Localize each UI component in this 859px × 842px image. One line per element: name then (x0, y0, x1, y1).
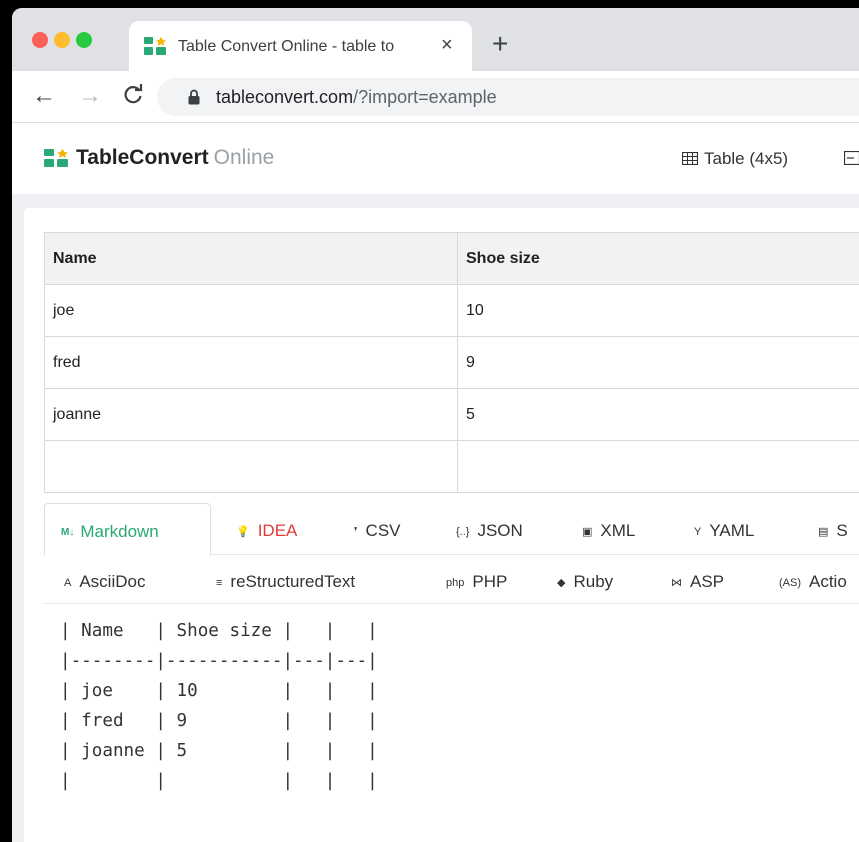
tableconvert-favicon-icon (144, 37, 166, 55)
tab-sql[interactable]: ▤ S (818, 521, 848, 542)
tab-label: Actio (809, 572, 847, 591)
xml-file-icon: ▣ (582, 526, 593, 538)
brand-subtitle: Online (213, 146, 275, 169)
table-cell[interactable]: 9 (457, 336, 859, 389)
output-line: | Name | Shoe size | | | (60, 621, 378, 641)
table-header-cell[interactable]: Shoe size (457, 232, 859, 285)
new-tab-button[interactable]: + (492, 30, 508, 58)
tableconvert-logo-icon[interactable] (44, 149, 68, 167)
table-size-button[interactable]: Table (4x5) (682, 149, 788, 169)
tab-strip: Table Convert Online - table to × + (12, 8, 859, 71)
database-icon: ▤ (818, 526, 829, 538)
table-header-cell[interactable]: Name (44, 232, 458, 285)
tab-label: XML (600, 521, 636, 540)
markdown-output[interactable]: | Name | Shoe size | | | |--------|------… (60, 616, 378, 796)
tab-close-icon[interactable]: × (441, 33, 453, 57)
address-bar[interactable]: tableconvert.com/?import=example (157, 78, 859, 116)
tab-label: PHP (472, 572, 508, 591)
tab-markdown[interactable]: M↓ Markdown (44, 503, 211, 556)
output-line: | joanne | 5 | | | (60, 741, 378, 761)
table-cell[interactable] (44, 440, 458, 493)
tab-label: reStructuredText (230, 572, 356, 591)
markdown-icon: M↓ (61, 527, 75, 538)
tab-label: YAML (709, 521, 755, 540)
minimize-window-button[interactable] (54, 32, 70, 48)
restructuredtext-icon: ≡ (216, 577, 223, 589)
ruby-icon: ◆ (557, 577, 566, 589)
url-host: tableconvert.com (216, 87, 354, 107)
table-cell[interactable]: joanne (44, 388, 458, 441)
tab-php[interactable]: php PHP (446, 572, 507, 593)
url-text: tableconvert.com/?import=example (216, 87, 497, 108)
tab-asp[interactable]: ⋈ ASP (671, 572, 724, 593)
table-grid-icon (682, 152, 698, 165)
browser-window: Table Convert Online - table to × + ← → … (12, 8, 859, 842)
output-line: | | | | | (60, 771, 378, 791)
tab-idea[interactable]: 💡 IDEA (236, 521, 297, 542)
site-brand[interactable]: TableConvert Online (76, 146, 274, 170)
tab-json[interactable]: {..} JSON (456, 521, 523, 542)
table-cell[interactable] (457, 440, 859, 493)
close-window-button[interactable] (32, 32, 48, 48)
site-header: TableConvert Online Table (4x5) (12, 124, 859, 194)
table-cell[interactable]: 10 (457, 284, 859, 337)
table-row: joe 10 (44, 284, 859, 337)
comma-icon: ❜ (354, 526, 358, 538)
tab-label: Markdown (80, 522, 159, 541)
table-row: fred 9 (44, 336, 859, 389)
tab-label: Ruby (573, 572, 614, 591)
tab-csv[interactable]: ❜ CSV (354, 521, 401, 542)
maximize-window-button[interactable] (76, 32, 92, 48)
php-icon: php (446, 577, 465, 589)
tab-yaml[interactable]: Y YAML (694, 521, 754, 542)
import-icon[interactable] (844, 151, 859, 165)
table-cell[interactable]: 5 (457, 388, 859, 441)
tab-label: CSV (365, 521, 401, 540)
tab-label: IDEA (257, 521, 298, 540)
brand-name: TableConvert (76, 146, 209, 169)
asp-icon: ⋈ (671, 577, 682, 589)
tab-label: JSON (477, 521, 523, 540)
asciidoc-icon: A (64, 577, 72, 589)
table-header-row: Name Shoe size (44, 232, 859, 285)
browser-tab-active[interactable]: Table Convert Online - table to × (129, 21, 472, 71)
back-arrow-icon[interactable]: ← (32, 83, 56, 109)
tab-xml[interactable]: ▣ XML (582, 521, 635, 542)
tab-label: ASP (690, 572, 725, 591)
lock-icon (188, 89, 200, 105)
url-path: /?import=example (353, 87, 497, 107)
format-tabs-row-1: M↓ Markdown 💡 IDEA ❜ CSV {..} JSON ▣ XML Y YAM… (44, 503, 859, 556)
reload-icon[interactable] (122, 82, 144, 112)
converter-card: Name Shoe size joe 10 fred 9 joanne 5 M↓… (24, 208, 859, 842)
tab-label: S (836, 521, 848, 540)
output-line: |--------|-----------|---|---| (60, 651, 378, 671)
lightbulb-icon: 💡 (236, 526, 250, 538)
format-tabs-row-2: A AsciiDoc ≡ reStructuredText php PHP ◆ Ruby… (44, 560, 859, 604)
output-line: | fred | 9 | | | (60, 711, 378, 731)
braces-icon: {..} (456, 526, 470, 538)
table-cell[interactable]: joe (44, 284, 458, 337)
browser-toolbar: ← → tableconvert.com/?import=example (12, 71, 859, 123)
yaml-icon: Y (694, 526, 702, 538)
table-size-label: Table (4x5) (704, 149, 789, 168)
tab-restructuredtext[interactable]: ≡ reStructuredText (216, 572, 355, 593)
tab-title: Table Convert Online - table to (178, 38, 430, 56)
tab-ruby[interactable]: ◆ Ruby (557, 572, 613, 593)
page-content: TableConvert Online Table (4x5) Name Sho… (12, 124, 859, 842)
actionscript-icon: (AS) (779, 577, 801, 589)
tab-asciidoc[interactable]: A AsciiDoc (64, 572, 145, 593)
table-cell[interactable]: fred (44, 336, 458, 389)
tab-label: AsciiDoc (79, 572, 146, 591)
table-row (44, 440, 859, 493)
data-table: Name Shoe size joe 10 fred 9 joanne 5 (44, 232, 859, 493)
table-row: joanne 5 (44, 388, 859, 441)
forward-arrow-icon[interactable]: → (78, 83, 102, 109)
output-line: | joe | 10 | | | (60, 681, 378, 701)
tab-actionscript[interactable]: (AS) Actio (779, 572, 847, 593)
